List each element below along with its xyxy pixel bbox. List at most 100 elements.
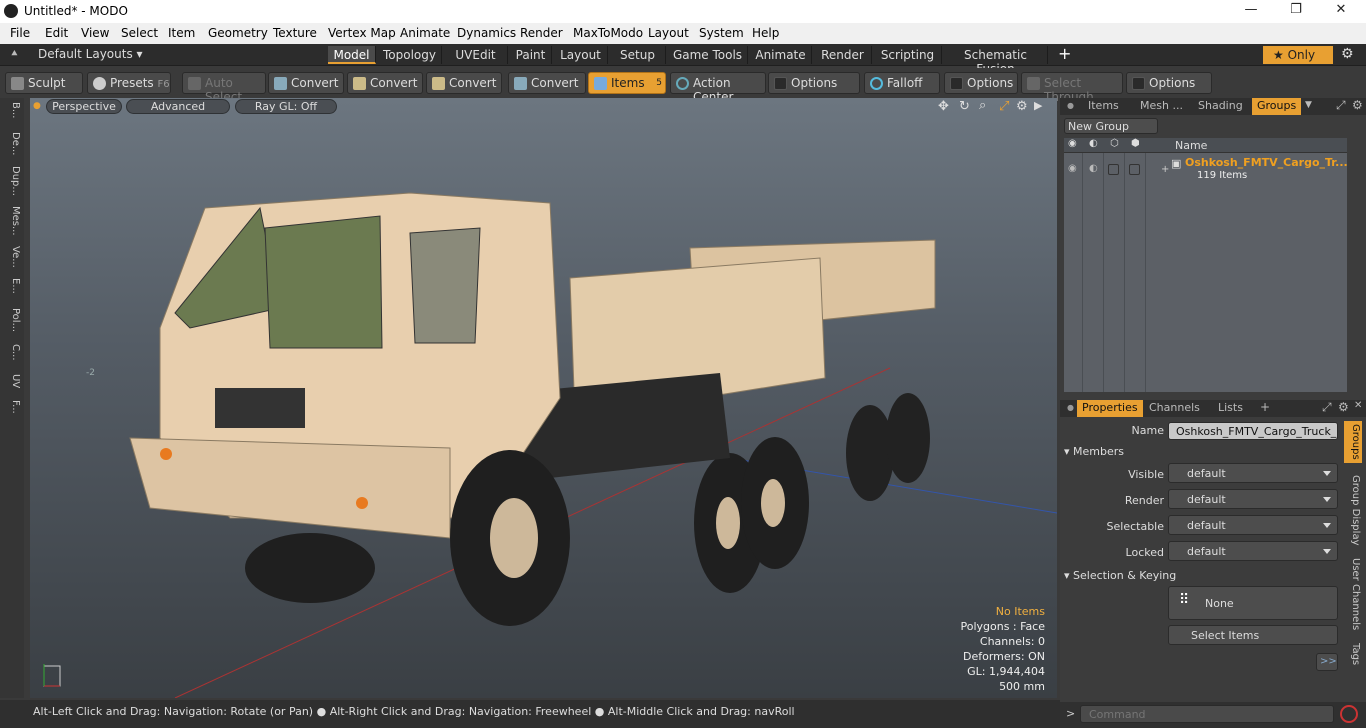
menu-texture[interactable]: Texture (273, 26, 317, 40)
fit-icon[interactable]: ⤢ (999, 99, 1009, 114)
menu-geometry[interactable]: Geometry (208, 26, 268, 40)
tab-schematic-fusion[interactable]: Schematic Fusion (944, 46, 1048, 76)
convert-button-1[interactable]: Convert (268, 72, 344, 94)
menu-system[interactable]: System (699, 26, 744, 40)
tab-polygon[interactable]: Pol... (3, 308, 21, 332)
viewport-menu-icon[interactable]: ● (33, 101, 41, 111)
menu-edit[interactable]: Edit (45, 26, 68, 40)
expand-plus-icon[interactable]: + (1161, 164, 1169, 175)
maximize-icon[interactable]: ⤢ (1336, 98, 1346, 113)
tab-animate[interactable]: Animate (750, 46, 812, 64)
only-toggle[interactable]: ★ Only (1263, 46, 1333, 64)
command-input[interactable] (1080, 705, 1334, 723)
panel-gear-icon[interactable]: ⚙ (1338, 400, 1349, 414)
tab-properties[interactable]: Properties (1077, 400, 1143, 417)
minimize-button[interactable]: — (1236, 2, 1266, 20)
add-layout-button[interactable]: + (1058, 44, 1071, 63)
viewport-gear-icon[interactable]: ⚙ (1016, 99, 1028, 114)
tab-vertex[interactable]: Ve... (3, 246, 21, 268)
tab-uvedit[interactable]: UVEdit (444, 46, 508, 64)
presets-button[interactable]: Presets F6 (87, 72, 171, 94)
side-tab-groups[interactable]: Groups (1345, 424, 1361, 460)
tab-mesh[interactable]: Mesh ... (1140, 98, 1183, 115)
action-center-button[interactable]: Action Center (670, 72, 766, 104)
auto-select-button[interactable]: Auto Select (182, 72, 266, 104)
raygl-button[interactable]: Ray GL: Off (235, 99, 337, 114)
advanced-button[interactable]: Advanced (126, 99, 230, 114)
close-button[interactable]: ✕ (1326, 2, 1356, 20)
tab-fusion[interactable]: F... (3, 400, 21, 414)
collapse-icon[interactable]: ⯅ (10, 47, 19, 61)
select-items-button[interactable]: Select Items (1168, 625, 1338, 645)
tab-lists[interactable]: Lists (1218, 400, 1243, 417)
tab-shading[interactable]: Shading (1198, 98, 1243, 115)
tab-basic[interactable]: B... (3, 102, 21, 118)
menu-render[interactable]: Render (520, 26, 563, 40)
zoom-icon[interactable]: ⌕ (979, 98, 986, 113)
perspective-button[interactable]: Perspective (46, 99, 122, 114)
tab-topology[interactable]: Topology (378, 46, 442, 64)
falloff-button[interactable]: Falloff (864, 72, 940, 94)
panel-close-icon[interactable]: ✕ (1354, 400, 1362, 411)
new-group-button[interactable]: New Group (1064, 118, 1158, 134)
menu-maxtomodo[interactable]: MaxToModo (573, 26, 643, 40)
options-button-1[interactable]: Options (768, 72, 860, 94)
menu-file[interactable]: File (10, 26, 30, 40)
tab-layout[interactable]: Layout (554, 46, 608, 64)
side-tab-group-display[interactable]: Group Display (1345, 475, 1361, 545)
visible-select[interactable]: default (1168, 463, 1338, 483)
name-column-header[interactable]: Name (1175, 139, 1207, 152)
record-icon[interactable] (1340, 705, 1358, 723)
options-button-2[interactable]: Options (944, 72, 1018, 94)
layouts-dropdown[interactable]: Default Layouts ▾ (38, 47, 143, 61)
tab-paint[interactable]: Paint (510, 46, 552, 64)
panel-gear-icon[interactable]: ⚙ (1352, 98, 1363, 112)
tab-scripting[interactable]: Scripting (874, 46, 942, 64)
menu-item[interactable]: Item (168, 26, 195, 40)
menu-help[interactable]: Help (752, 26, 779, 40)
menu-vertex-map[interactable]: Vertex Map (328, 26, 396, 40)
items-button[interactable]: Items 5 (588, 72, 666, 94)
tab-deform[interactable]: De... (3, 132, 21, 155)
lock-checkbox[interactable] (1129, 164, 1140, 175)
menu-select[interactable]: Select (121, 26, 158, 40)
restore-button[interactable]: ❐ (1281, 2, 1311, 20)
3d-viewport[interactable]: ● Perspective Advanced Ray GL: Off ✥ ↻ ⌕… (30, 98, 1057, 698)
tab-mesh-edit[interactable]: Mes... (3, 206, 21, 236)
render-select[interactable]: default (1168, 489, 1338, 509)
menu-dynamics[interactable]: Dynamics (457, 26, 516, 40)
options-button-3[interactable]: Options (1126, 72, 1212, 94)
rotate-icon[interactable]: ↻ (959, 99, 970, 114)
visibility-toggle-icon[interactable]: ◉ (1068, 163, 1077, 174)
select-through-button[interactable]: Select Through (1021, 72, 1123, 104)
convert-button-2[interactable]: Convert (347, 72, 423, 94)
more-button[interactable]: >> (1316, 653, 1338, 671)
members-section-header[interactable]: ▾ Members (1064, 445, 1334, 458)
side-tab-user-channels[interactable]: User Channels (1345, 558, 1361, 630)
tab-dropdown-icon[interactable]: ▼ (1305, 100, 1312, 110)
selection-keying-section-header[interactable]: ▾ Selection & Keying (1064, 569, 1334, 582)
none-button[interactable]: ⠿ None (1168, 586, 1338, 620)
group-name[interactable]: Oshkosh_FMTV_Cargo_Tr... (1185, 156, 1348, 169)
selectable-select[interactable]: default (1168, 515, 1338, 535)
convert-button-4[interactable]: Convert (508, 72, 586, 94)
tab-render[interactable]: Render (814, 46, 872, 64)
maximize-icon[interactable]: ⤢ (1322, 400, 1332, 415)
tab-duplicate[interactable]: Dup... (3, 166, 21, 196)
tab-items[interactable]: Items (1088, 98, 1119, 115)
tab-curve[interactable]: C... (3, 344, 21, 361)
group-row[interactable]: ◉ ◐ + ▣ Oshkosh_FMTV_Cargo_Tr... 119 Ite… (1064, 155, 1348, 185)
tab-model[interactable]: Model (328, 46, 376, 64)
menu-view[interactable]: View (81, 26, 109, 40)
add-tab-button[interactable]: + (1260, 400, 1270, 414)
render-toggle-icon[interactable]: ◐ (1089, 163, 1098, 174)
tab-groups[interactable]: Groups (1252, 98, 1302, 115)
select-checkbox[interactable] (1108, 164, 1119, 175)
tab-setup[interactable]: Setup (610, 46, 666, 64)
convert-button-3[interactable]: Convert (426, 72, 502, 94)
side-tab-tags[interactable]: Tags (1345, 643, 1361, 665)
tab-channels[interactable]: Channels (1149, 400, 1200, 417)
menu-animate[interactable]: Animate (400, 26, 450, 40)
locked-select[interactable]: default (1168, 541, 1338, 561)
tab-game-tools[interactable]: Game Tools (668, 46, 748, 64)
